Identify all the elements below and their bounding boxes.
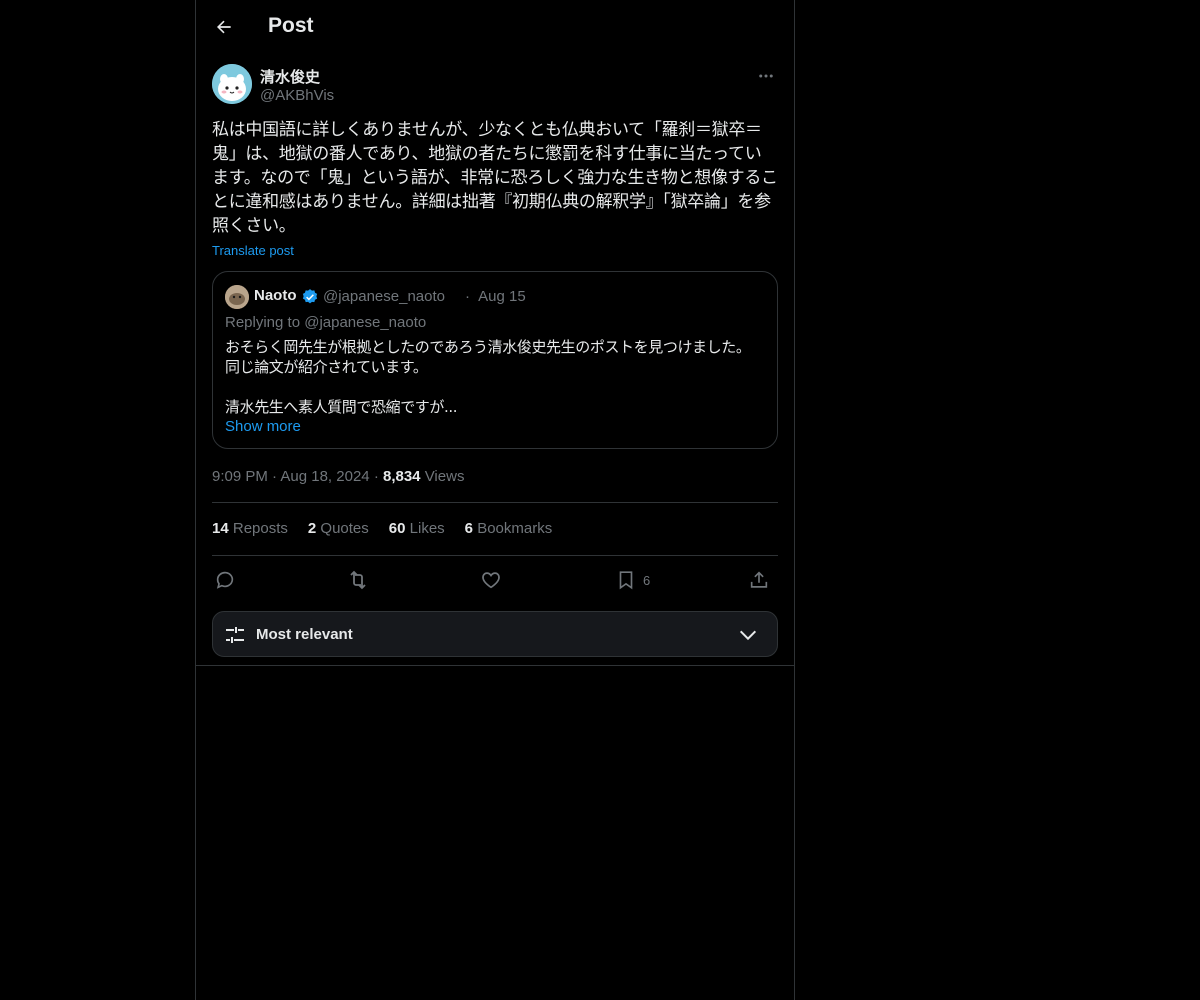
action-bar: 6 (212, 566, 778, 594)
stat-likes[interactable]: 60 Likes (389, 520, 445, 540)
stat-label: Bookmarks (477, 520, 553, 537)
share-icon (750, 571, 768, 588)
quote-text-line: 清水先生へ素人質問で恐縮ですが... (225, 398, 458, 416)
page-title: Post (268, 14, 314, 37)
author-name[interactable]: 清水俊史 (260, 66, 320, 87)
chevron-down-icon (739, 630, 757, 641)
avatar-image-icon (212, 64, 252, 104)
divider (212, 502, 778, 503)
reply-icon (216, 571, 234, 589)
quote-avatar-image-icon (225, 285, 249, 309)
post-meta: 9:09 PM · Aug 18, 2024 · 8,834 Views (212, 468, 464, 485)
quote-date: · Aug 15 (465, 288, 526, 305)
stat-count: 14 (212, 520, 229, 537)
share-button[interactable] (748, 568, 770, 592)
avatar[interactable] (212, 64, 252, 104)
post-text: 私は中国語に詳しくありませんが、少なくとも仏典おいて「羅刹＝獄卒＝鬼」は、地獄の… (212, 120, 778, 236)
engagement-stats: 14 Reposts 2 Quotes 60 Likes 6 Bookmarks (212, 520, 552, 540)
main-column: Post 清水俊史 @AKBhVis 私は中国語に詳しくありませんが、少なくとも… (195, 0, 795, 1000)
quote-text-line: おそらく岡先生が根拠としたのであろう清水俊史先生のポストを見つけました。 (225, 338, 751, 356)
sort-label: Most relevant (256, 626, 353, 643)
divider (212, 555, 778, 556)
stat-count: 6 (464, 520, 474, 537)
bookmark-count: 6 (643, 572, 651, 588)
filter-sliders-icon (226, 627, 244, 643)
stat-label: Reposts (232, 520, 288, 537)
stat-bookmarks[interactable]: 6 Bookmarks (465, 520, 553, 540)
stat-label: Likes (409, 520, 445, 537)
quote-avatar (225, 285, 249, 309)
reply-sort-dropdown[interactable]: Most relevant (212, 611, 778, 657)
like-icon (482, 572, 500, 589)
views-count: 8,834 (382, 468, 421, 485)
quote-separator: · (465, 288, 470, 305)
repost-icon (350, 570, 366, 590)
meta-separator: · (373, 468, 383, 485)
views-label: Views (424, 468, 465, 485)
author-handle[interactable]: @AKBhVis (260, 87, 334, 104)
show-more-link[interactable]: Show more (225, 418, 301, 435)
verified-badge-icon (302, 289, 318, 304)
post-author: 清水俊史 @AKBhVis (212, 64, 778, 106)
stat-label: Quotes (320, 520, 369, 537)
more-horizontal-icon (759, 74, 773, 78)
more-options-button[interactable] (754, 66, 778, 86)
quote-author-name: Naoto (254, 287, 297, 304)
like-button[interactable] (480, 568, 502, 592)
quote-date-text: Aug 15 (478, 288, 526, 305)
reply-button[interactable] (214, 568, 236, 592)
page-header: Post (196, 0, 794, 54)
quoted-post[interactable]: Naoto @japanese_naoto · Aug 15 Replying … (212, 271, 778, 449)
post-time[interactable]: 9:09 PM (212, 468, 268, 485)
stat-quotes[interactable]: 2 Quotes (308, 520, 369, 540)
quote-text: おそらく岡先生が根拠としたのであろう清水俊史先生のポストを見つけました。 同じ論… (225, 337, 765, 417)
quote-handle-text: @japanese_naoto (323, 288, 445, 305)
back-arrow-icon (217, 20, 231, 34)
stat-count: 2 (307, 520, 317, 537)
bookmark-icon (619, 571, 633, 590)
bookmark-button[interactable]: 6 (615, 568, 650, 592)
quote-text-line: 同じ論文が紹介されています。 (225, 358, 428, 376)
stat-count: 60 (388, 520, 406, 537)
quote-replying-to: Replying to @japanese_naoto (225, 314, 427, 331)
quote-author-handle: @japanese_naoto (323, 288, 445, 305)
repost-button[interactable] (346, 568, 370, 592)
post-date[interactable]: Aug 18, 2024 (280, 468, 369, 485)
back-button[interactable] (210, 13, 238, 41)
translate-post-link[interactable]: Translate post (212, 243, 294, 258)
divider (196, 665, 794, 666)
stat-reposts[interactable]: 14 Reposts (212, 520, 288, 540)
